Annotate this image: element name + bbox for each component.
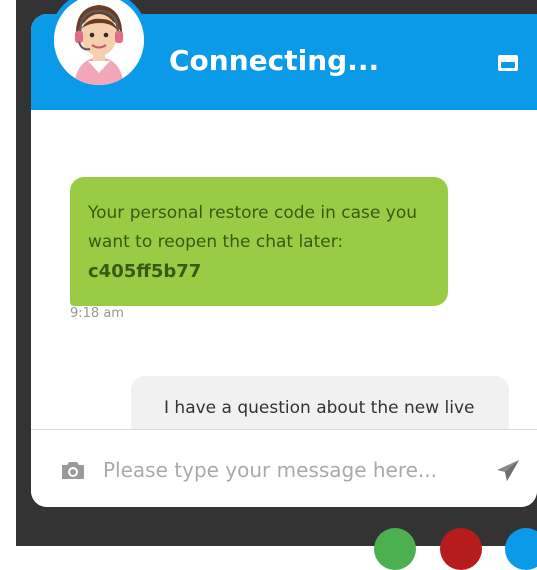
minimize-icon[interactable]	[497, 54, 519, 72]
user-message-text: I have a question about the new live	[164, 398, 475, 418]
blue-action-button[interactable]	[505, 528, 537, 570]
message-input[interactable]	[101, 452, 485, 488]
chat-status-title: Connecting...	[169, 44, 380, 77]
agent-message-bubble: Your personal restore code in case you w…	[70, 177, 448, 306]
green-action-button[interactable]	[374, 528, 416, 570]
agent-portrait-icon	[54, 0, 144, 85]
agent-message-text: Your personal restore code in case you w…	[88, 203, 418, 252]
agent-avatar-image	[54, 0, 144, 85]
message-timestamp: 9:18 am	[70, 306, 124, 321]
user-message-bubble: I have a question about the new live	[131, 376, 509, 429]
page-margin	[0, 0, 16, 546]
camera-icon[interactable]	[61, 460, 85, 480]
message-composer	[31, 429, 537, 507]
red-action-button[interactable]	[440, 528, 482, 570]
message-list[interactable]: Your personal restore code in case you w…	[31, 110, 537, 429]
send-icon[interactable]	[496, 459, 520, 483]
restore-code: c405ff5b77	[88, 261, 202, 282]
